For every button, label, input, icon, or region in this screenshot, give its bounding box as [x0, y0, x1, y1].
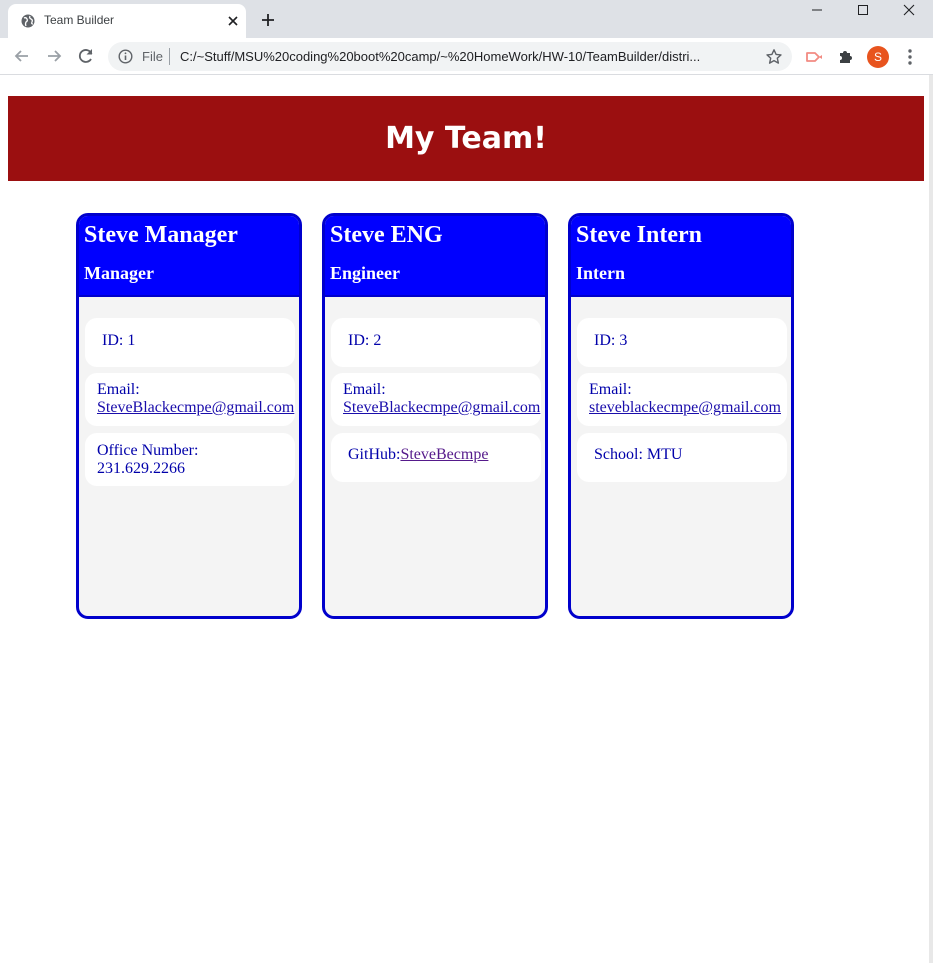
- card-header: Steve Manager Manager: [79, 216, 299, 297]
- employee-role: Intern: [576, 263, 625, 283]
- globe-icon: [21, 14, 35, 28]
- close-tab-icon[interactable]: [225, 13, 241, 29]
- reload-icon[interactable]: [76, 46, 96, 66]
- github-link[interactable]: SteveBecmpe: [400, 446, 488, 463]
- card-header: Steve Intern Intern: [571, 216, 791, 297]
- email-label: Email:: [343, 381, 386, 398]
- team-card-intern: Steve Intern Intern ID: 3 Email: stevebl…: [568, 213, 794, 619]
- email-link[interactable]: steveblackecmpe@gmail.com: [589, 399, 781, 416]
- employee-role: Engineer: [330, 263, 400, 283]
- browser-toolbar: File C:/~Stuff/MSU%20coding%20boot%20cam…: [0, 38, 933, 75]
- address-bar[interactable]: File C:/~Stuff/MSU%20coding%20boot%20cam…: [108, 42, 792, 71]
- email-label: Email:: [97, 381, 140, 398]
- profile-avatar[interactable]: S: [867, 46, 889, 68]
- tab-strip: Team Builder: [0, 0, 933, 38]
- extension-cast-icon[interactable]: [804, 47, 824, 67]
- employee-email: Email: SteveBlackecmpe@gmail.com: [331, 373, 541, 426]
- employee-name: Steve Intern: [576, 222, 702, 248]
- minimize-icon[interactable]: [794, 0, 840, 30]
- bookmark-star-icon[interactable]: [765, 48, 783, 66]
- employee-id: ID: 2: [331, 318, 541, 367]
- forward-arrow-icon[interactable]: [44, 46, 64, 66]
- browser-tab[interactable]: Team Builder: [8, 4, 246, 38]
- page-scrollbar[interactable]: [929, 75, 933, 963]
- employee-email: Email: steveblackecmpe@gmail.com: [577, 373, 787, 426]
- scheme-divider: [169, 48, 170, 65]
- new-tab-icon[interactable]: [259, 11, 277, 29]
- employee-email: Email: SteveBlackecmpe@gmail.com: [85, 373, 295, 426]
- school-info: School: MTU: [577, 433, 787, 482]
- url-text[interactable]: C:/~Stuff/MSU%20coding%20boot%20camp/~%2…: [180, 49, 750, 64]
- extensions-puzzle-icon[interactable]: [836, 47, 856, 67]
- github-info: GitHub:SteveBecmpe: [331, 433, 541, 482]
- scheme-label: File: [142, 49, 163, 64]
- window-close-icon[interactable]: [886, 0, 932, 30]
- employee-id: ID: 1: [85, 318, 295, 367]
- maximize-icon[interactable]: [840, 0, 886, 30]
- email-label: Email:: [589, 381, 632, 398]
- page-banner: My Team!: [8, 96, 924, 181]
- info-icon[interactable]: [118, 49, 133, 64]
- email-link[interactable]: SteveBlackecmpe@gmail.com: [343, 399, 540, 416]
- card-header: Steve ENG Engineer: [325, 216, 545, 297]
- github-label: GitHub:: [348, 446, 401, 463]
- page-title: My Team!: [385, 121, 547, 156]
- team-card-manager: Steve Manager Manager ID: 1 Email: Steve…: [76, 213, 302, 619]
- office-number-label: Office Number:: [97, 442, 199, 459]
- email-link[interactable]: SteveBlackecmpe@gmail.com: [97, 399, 294, 416]
- office-number-value: 231.629.2266: [97, 460, 185, 477]
- team-card-engineer: Steve ENG Engineer ID: 2 Email: SteveBla…: [322, 213, 548, 619]
- employee-name: Steve Manager: [84, 222, 238, 248]
- tab-title: Team Builder: [44, 13, 115, 27]
- employee-role: Manager: [84, 263, 154, 283]
- employee-name: Steve ENG: [330, 222, 443, 248]
- back-arrow-icon[interactable]: [12, 46, 32, 66]
- employee-id: ID: 3: [577, 318, 787, 367]
- kebab-menu-icon[interactable]: [902, 47, 918, 67]
- office-number: Office Number: 231.629.2266: [85, 433, 295, 486]
